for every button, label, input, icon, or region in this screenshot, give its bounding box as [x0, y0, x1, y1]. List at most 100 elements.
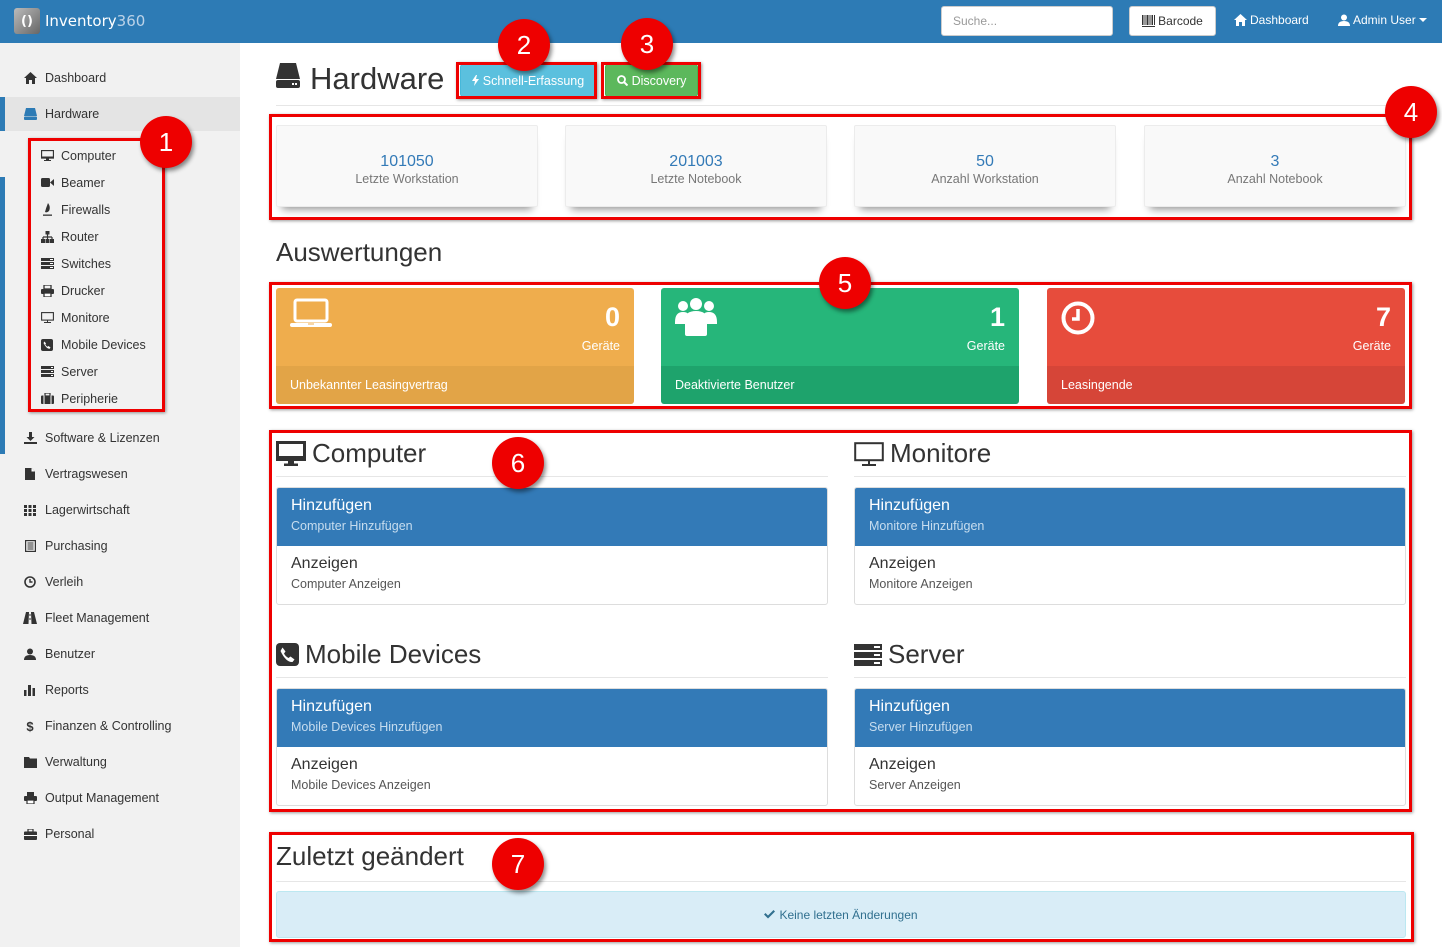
annotation-marker-2: 2 [498, 19, 550, 71]
stat-value[interactable]: 101050 [277, 153, 537, 171]
phone-icon [40, 338, 54, 351]
sidebar-item-label: Reports [45, 683, 89, 697]
sidebar-item-output-management[interactable]: Output Management [0, 781, 240, 815]
sidebar-item-label: Verwaltung [45, 755, 107, 769]
panel-leasing-end[interactable]: 7 Geräte Leasingende [1047, 288, 1405, 404]
submenu-label: Computer [61, 148, 116, 163]
caret-down-icon [1418, 17, 1427, 22]
show-mobile-devices-link[interactable]: Anzeigen Mobile Devices Anzeigen [277, 747, 827, 805]
sidebar-item-verleih[interactable]: Verleih [0, 565, 240, 599]
sidebar-item-software[interactable]: Software & Lizenzen [0, 421, 240, 455]
check-icon [764, 910, 776, 919]
panel-footer-label[interactable]: Unbekannter Leasingvertrag [276, 366, 634, 404]
show-monitore-link[interactable]: Anzeigen Monitore Anzeigen [855, 546, 1405, 604]
search-input[interactable] [941, 6, 1113, 36]
desktop-icon [40, 150, 54, 161]
page-title-text: Hardware [310, 61, 445, 96]
action-heading: Hinzufügen [869, 497, 950, 514]
sidebar-item-benutzer[interactable]: Benutzer [0, 637, 240, 671]
barcode-button[interactable]: Barcode [1129, 6, 1216, 36]
user-menu-dropdown[interactable]: Admin User [1338, 13, 1427, 27]
stat-value[interactable]: 3 [1145, 153, 1405, 171]
sidebar-item-hardware[interactable]: Hardware [0, 97, 240, 131]
panel-footer-label[interactable]: Deaktivierte Benutzer [661, 366, 1019, 404]
server-icon [854, 643, 882, 666]
sidebar: Dashboard Hardware Computer Beamer Firew… [0, 43, 240, 947]
evaluations-heading: Auswertungen [276, 237, 443, 267]
barcode-label: Barcode [1158, 14, 1203, 28]
action-subtext: Monitore Anzeigen [869, 577, 973, 591]
submenu-item-switches[interactable]: Switches [40, 250, 111, 277]
sidebar-item-label: Verleih [45, 575, 84, 589]
panel-unit: Geräte [966, 339, 1005, 353]
sidebar-item-finanzen[interactable]: $ Finanzen & Controlling [0, 709, 240, 743]
monitor-icon [854, 441, 884, 466]
submenu-item-drucker[interactable]: Drucker [40, 277, 105, 304]
submenu-item-peripherie[interactable]: Peripherie [40, 385, 118, 412]
home-icon [23, 72, 37, 84]
file-icon [23, 468, 37, 480]
show-computer-link[interactable]: Anzeigen Computer Anzeigen [277, 546, 827, 604]
submenu-label: Router [61, 229, 99, 244]
action-subtext: Server Anzeigen [869, 778, 961, 792]
stat-card-last-notebook: 201003 Letzte Notebook [565, 125, 827, 207]
submenu-item-beamer[interactable]: Beamer [40, 169, 105, 196]
stat-value[interactable]: 50 [855, 153, 1115, 171]
sidebar-item-verwaltung[interactable]: Verwaltung [0, 745, 240, 779]
panel-unknown-leasing[interactable]: 0 Geräte Unbekannter Leasingvertrag [276, 288, 634, 404]
brand-logo-link[interactable]: () Inventory 360 [14, 8, 145, 34]
submenu-item-computer[interactable]: Computer [40, 142, 116, 169]
sidebar-item-fleet-management[interactable]: Fleet Management [0, 601, 240, 635]
laptop-icon [290, 298, 332, 333]
stat-value[interactable]: 201003 [566, 153, 826, 171]
sidebar-item-lagerwirtschaft[interactable]: Lagerwirtschaft [0, 493, 240, 527]
submenu-item-mobile-devices[interactable]: Mobile Devices [40, 331, 146, 358]
panel-footer-label[interactable]: Leasingende [1047, 366, 1405, 404]
add-mobile-devices-link[interactable]: Hinzufügen Mobile Devices Hinzufügen [277, 689, 827, 747]
annotation-marker-5: 5 [819, 257, 871, 309]
quick-entry-label: Schnell-Erfassung [482, 73, 585, 88]
category-title: Computer [312, 438, 427, 468]
brand-number: 360 [116, 12, 146, 30]
submenu-label: Beamer [61, 175, 105, 190]
road-icon [23, 612, 37, 624]
submenu-item-router[interactable]: Router [40, 223, 99, 250]
alert-message: Keine letzten Änderungen [779, 907, 918, 922]
add-server-link[interactable]: Hinzufügen Server Hinzufügen [855, 689, 1405, 747]
hdd-icon [276, 61, 300, 97]
clock-icon [1061, 301, 1095, 340]
action-subtext: Server Hinzufügen [869, 720, 973, 734]
submenu-item-monitore[interactable]: Monitore [40, 304, 110, 331]
nav-dashboard-link[interactable]: Dashboard [1234, 13, 1309, 27]
sidebar-item-purchasing[interactable]: Purchasing [0, 529, 240, 563]
sidebar-item-dashboard[interactable]: Dashboard [0, 61, 240, 95]
divider [276, 105, 1406, 106]
top-navbar: () Inventory360 Barcode Dashboard Admin … [0, 0, 1442, 43]
sidebar-item-reports[interactable]: Reports [0, 673, 240, 707]
category-server: Server Hinzufügen Server Hinzufügen Anzei… [854, 632, 1406, 806]
sidebar-item-label: Software & Lizenzen [45, 431, 160, 445]
sidebar-item-label: Dashboard [45, 71, 107, 85]
show-server-link[interactable]: Anzeigen Server Anzeigen [855, 747, 1405, 805]
sidebar-item-personal[interactable]: Personal [0, 817, 240, 851]
action-heading: Hinzufügen [291, 497, 372, 514]
add-monitore-link[interactable]: Hinzufügen Monitore Hinzufügen [855, 488, 1405, 546]
submenu-label: Firewalls [61, 202, 111, 217]
action-heading: Anzeigen [291, 555, 358, 572]
annotation-marker-3: 3 [621, 18, 673, 70]
video-camera-icon [40, 178, 54, 187]
user-name: Admin User [1353, 13, 1416, 27]
download-icon [23, 432, 37, 444]
sidebar-item-label: Output Management [45, 791, 159, 805]
sidebar-item-label: Purchasing [45, 539, 108, 553]
submenu-item-firewalls[interactable]: Firewalls [40, 196, 110, 223]
add-computer-link[interactable]: Hinzufügen Computer Hinzufügen [277, 488, 827, 546]
fire-icon [40, 203, 54, 216]
hdd-icon [23, 108, 37, 120]
submenu-item-server[interactable]: Server [40, 358, 98, 385]
barcode-icon [1142, 15, 1156, 27]
action-subtext: Monitore Hinzufügen [869, 519, 985, 533]
sidebar-item-vertragswesen[interactable]: Vertragswesen [0, 457, 240, 491]
brand-name: Inventory [45, 12, 117, 30]
sidebar-item-label: Lagerwirtschaft [45, 503, 130, 517]
